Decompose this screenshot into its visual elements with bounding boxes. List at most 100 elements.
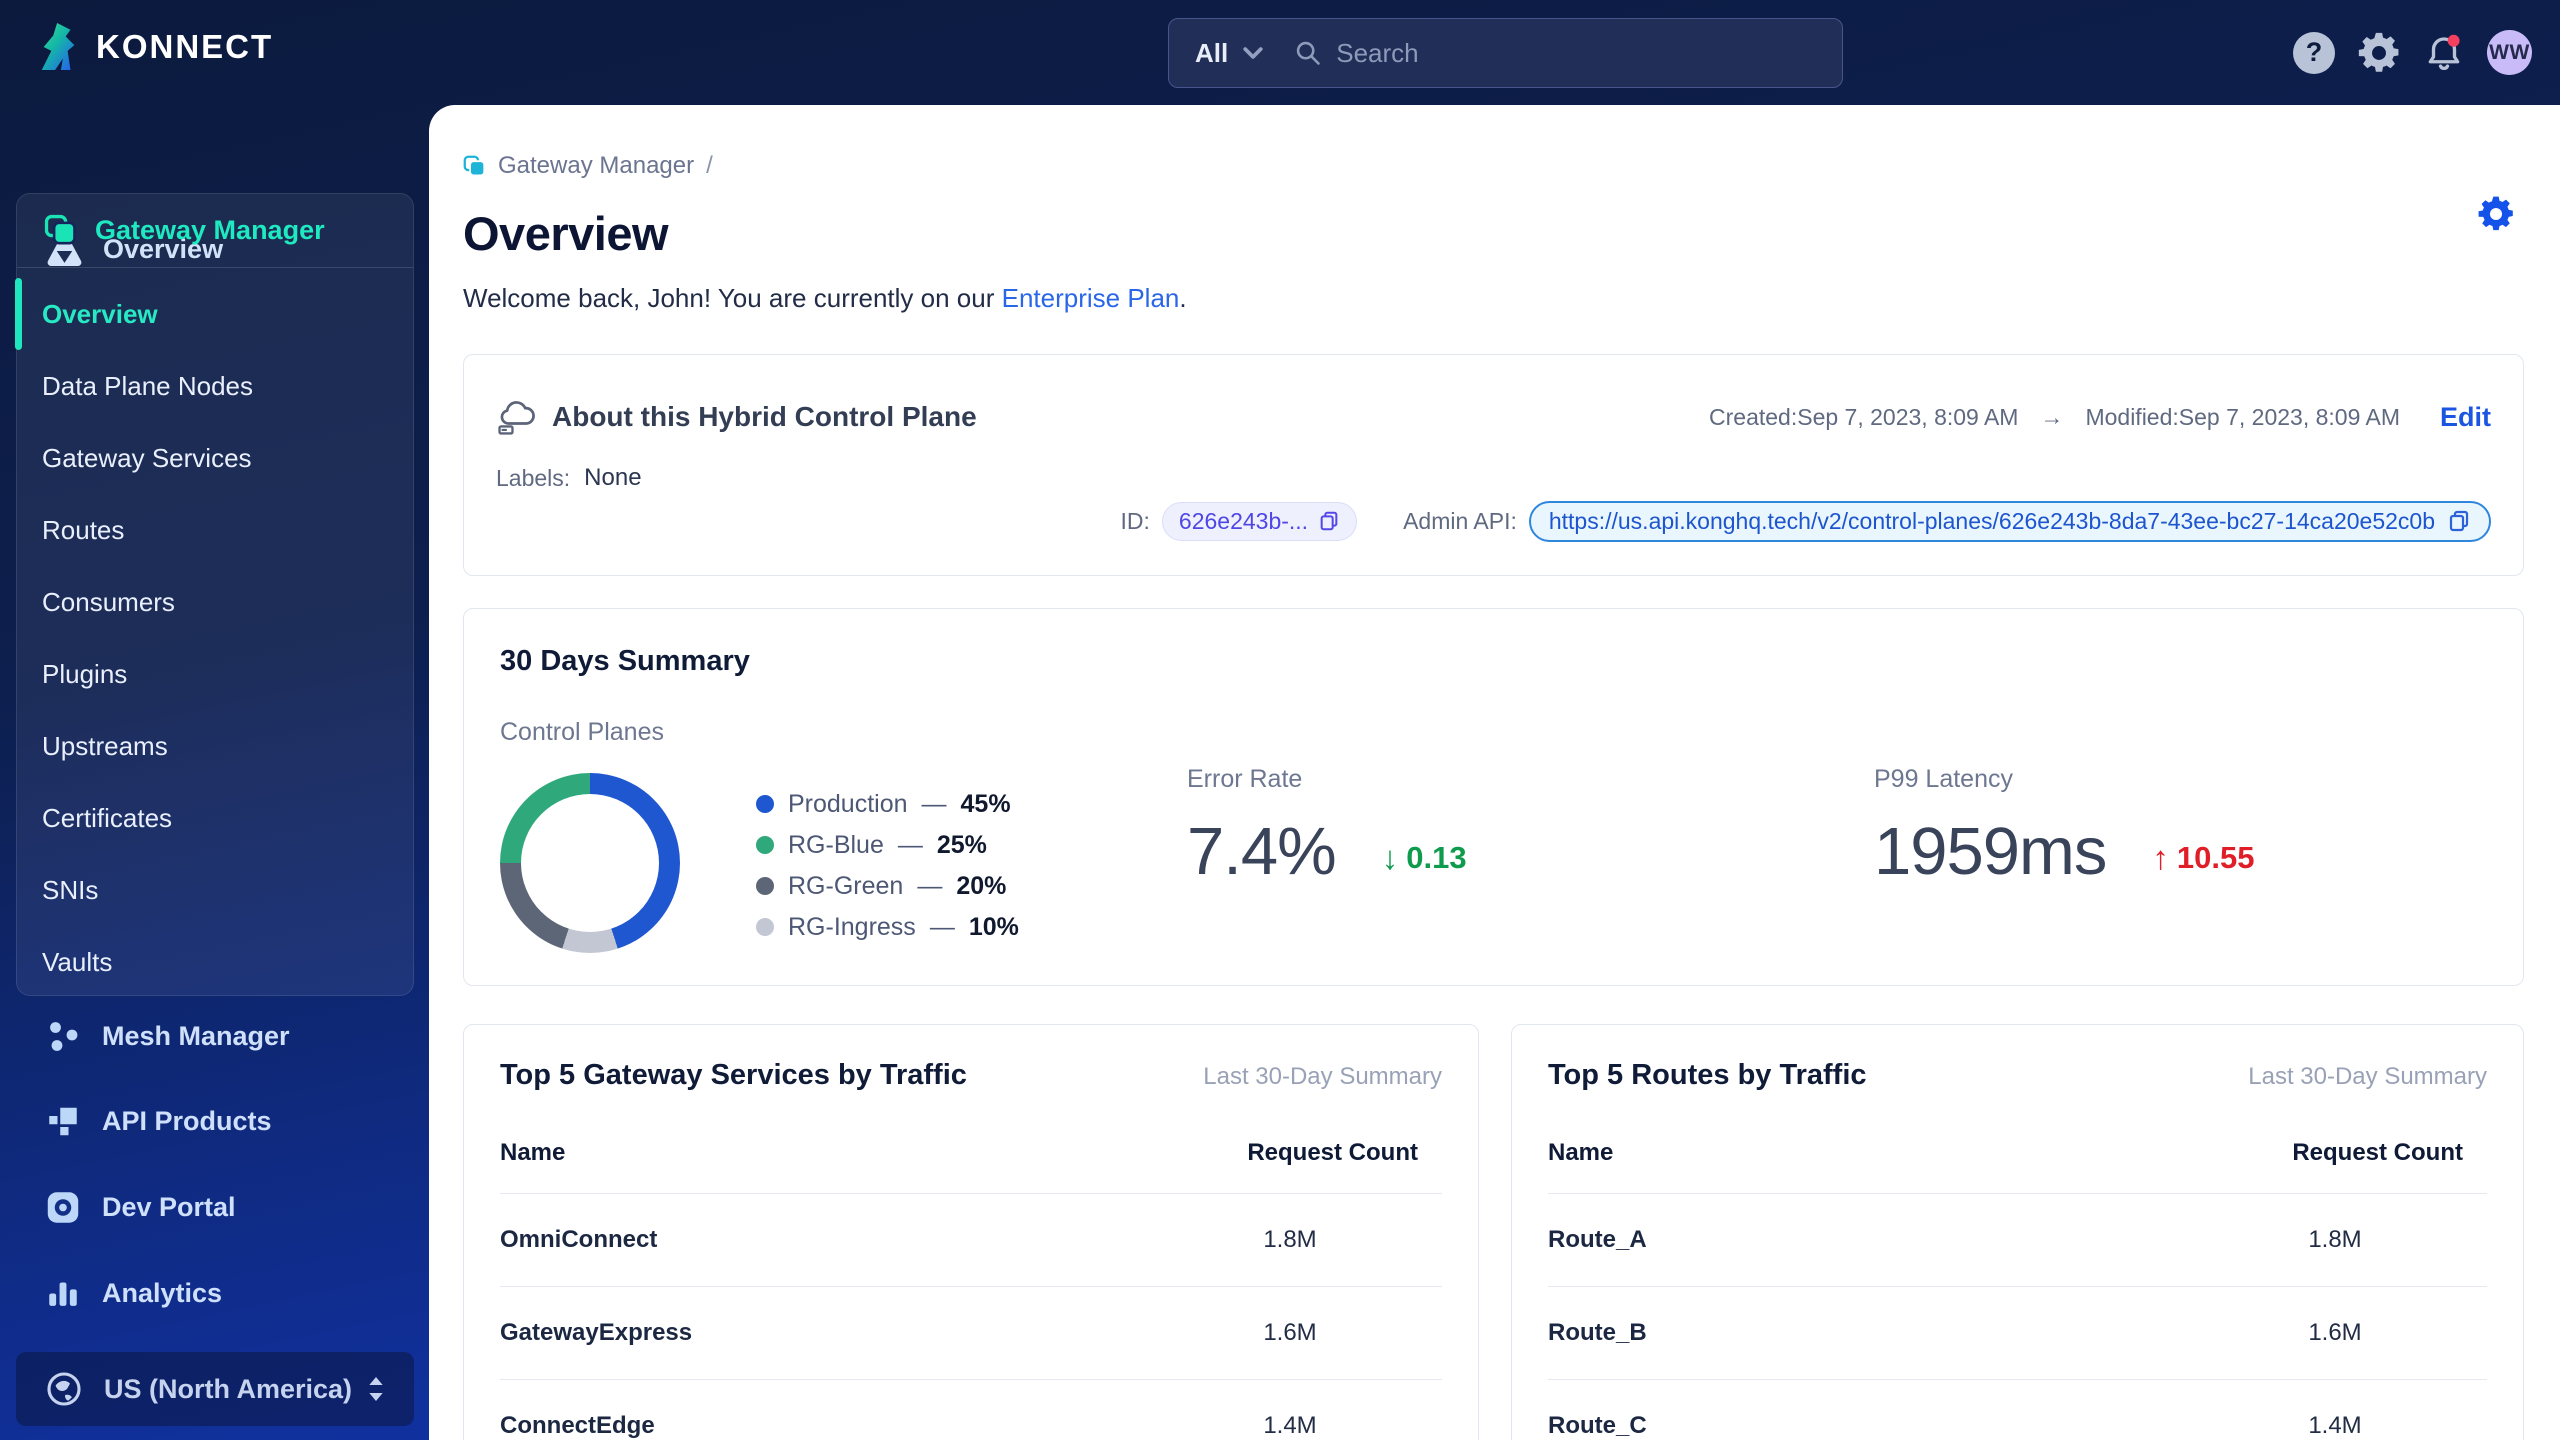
gear-icon [2357, 31, 2401, 75]
about-control-plane-card: About this Hybrid Control Plane Created:… [463, 354, 2524, 576]
control-plane-id-pill[interactable]: 626e243b-... [1161, 501, 1358, 541]
breadcrumb: Gateway Manager / [463, 152, 2524, 180]
top-gateway-services-card: Top 5 Gateway Services by Traffic Last 3… [463, 1024, 1479, 1440]
sidebar-item-dev-portal[interactable]: Dev Portal [46, 1191, 236, 1224]
table-row[interactable]: Route_B 1.6M [1548, 1287, 2487, 1380]
summary-title: 30 Days Summary [500, 645, 750, 677]
search-input[interactable]: Search [1336, 38, 1418, 69]
column-header-request-count: Request Count [2292, 1139, 2463, 1166]
labels-value: None [584, 464, 642, 491]
legend-item-rg-blue: RG-Blue — 25% [756, 831, 1019, 859]
donut-legend: Production — 45% RG-Blue — 25% RG-Green … [756, 790, 1019, 954]
table-row[interactable]: OmniConnect 1.8M [500, 1194, 1442, 1287]
table-row[interactable]: Route_A 1.8M [1548, 1194, 2487, 1287]
copy-icon[interactable] [1318, 510, 1340, 532]
chevron-down-icon[interactable] [1242, 46, 1264, 60]
arrow-up-icon: ↑ [2152, 839, 2169, 876]
modified-timestamp: Modified:Sep 7, 2023, 8:09 AM [2085, 403, 2400, 430]
legend-dot [756, 836, 774, 854]
column-header-request-count: Request Count [1247, 1139, 1418, 1166]
bell-icon [2423, 32, 2465, 74]
admin-api-label: Admin API: [1403, 507, 1517, 534]
sidebar-item-mesh-manager[interactable]: Mesh Manager [46, 1020, 290, 1053]
page-title: Overview [463, 207, 669, 260]
sidebar-subitem-certificates[interactable]: Certificates [17, 782, 413, 854]
api-products-icon [46, 1105, 80, 1138]
main-panel: Gateway Manager / Overview Welcome back,… [429, 105, 2560, 1440]
globe-icon [46, 1371, 82, 1407]
table-row[interactable]: GatewayExpress 1.6M [500, 1287, 1442, 1380]
breadcrumb-separator: / [706, 152, 713, 179]
sidebar-item-analytics[interactable]: Analytics [46, 1277, 222, 1310]
control-planes-donut [500, 773, 680, 953]
admin-api-pill[interactable]: https://us.api.konghq.tech/v2/control-pl… [1528, 500, 2491, 542]
sidebar-item-gateway-manager[interactable]: Gateway Manager [17, 194, 413, 268]
error-rate-value: 7.4% [1187, 814, 1337, 889]
sidebar-subitem-consumers[interactable]: Consumers [17, 566, 413, 638]
legend-item-rg-green: RG-Green — 20% [756, 872, 1019, 900]
hybrid-cloud-icon [496, 399, 536, 435]
p99-latency-value: 1959ms [1874, 814, 2107, 889]
table-title: Top 5 Routes by Traffic [1548, 1059, 1867, 1091]
search-icon [1294, 39, 1322, 67]
copy-icon[interactable] [2447, 509, 2471, 533]
region-selector[interactable]: US (North America) [16, 1352, 414, 1426]
enterprise-plan-link[interactable]: Enterprise Plan [1002, 283, 1180, 313]
legend-item-rg-ingress: RG-Ingress — 10% [756, 913, 1019, 941]
thirty-days-summary-card: 30 Days Summary Control Planes Productio… [463, 608, 2524, 986]
sidebar-subitem-plugins[interactable]: Plugins [17, 638, 413, 710]
sidebar-subitem-gateway-services[interactable]: Gateway Services [17, 422, 413, 494]
error-rate-delta: ↓ 0.13 [1381, 839, 1467, 876]
table-subtitle: Last 30-Day Summary [1203, 1063, 1442, 1090]
search-scope-select[interactable]: All [1195, 38, 1228, 69]
question-mark-icon: ? [2305, 37, 2323, 67]
table-row[interactable]: Route_C 1.4M [1548, 1380, 2487, 1440]
about-card-title: About this Hybrid Control Plane [552, 401, 977, 432]
legend-dot [756, 918, 774, 936]
gateway-manager-icon [44, 214, 77, 247]
user-avatar[interactable]: WW [2487, 30, 2532, 75]
table-title: Top 5 Gateway Services by Traffic [500, 1059, 967, 1091]
control-planes-chart-title: Control Planes [500, 718, 664, 746]
id-label: ID: [1120, 507, 1150, 534]
dev-portal-icon [46, 1191, 80, 1224]
sidebar-subitem-routes[interactable]: Routes [17, 494, 413, 566]
gateway-manager-breadcrumb-icon [463, 155, 486, 178]
global-search[interactable]: All Search [1168, 18, 1843, 88]
donut-hole [521, 794, 659, 932]
column-header-name: Name [500, 1139, 566, 1166]
error-rate-kpi: Error Rate 7.4% ↓ 0.13 [1187, 765, 1467, 889]
help-button[interactable]: ? [2293, 31, 2335, 74]
active-indicator [15, 278, 22, 350]
top-routes-card: Top 5 Routes by Traffic Last 30-Day Summ… [1511, 1024, 2524, 1440]
kong-gorilla-icon [36, 22, 82, 72]
breadcrumb-link[interactable]: Gateway Manager [498, 152, 694, 180]
table-subtitle: Last 30-Day Summary [2248, 1063, 2487, 1090]
created-timestamp: Created:Sep 7, 2023, 8:09 AM [1709, 403, 2019, 430]
table-row[interactable]: ConnectEdge 1.4M [500, 1380, 1442, 1440]
settings-button[interactable] [2357, 31, 2401, 75]
sidebar-subitem-data-plane-nodes[interactable]: Data Plane Nodes [17, 350, 413, 422]
legend-dot [756, 877, 774, 895]
mesh-manager-icon [46, 1020, 80, 1053]
p99-latency-delta: ↑ 10.55 [2152, 839, 2255, 876]
sidebar-item-api-products[interactable]: API Products [46, 1105, 272, 1138]
page-settings-button[interactable] [2477, 195, 2515, 233]
arrow-down-icon: ↓ [1381, 839, 1399, 876]
sidebar-subitem-snis[interactable]: SNIs [17, 854, 413, 926]
notifications-button[interactable] [2423, 32, 2465, 74]
legend-dot [756, 795, 774, 813]
p99-latency-kpi: P99 Latency 1959ms ↑ 10.55 [1874, 765, 2255, 889]
sidebar: Overview Gateway Manager Overview Data P… [0, 105, 429, 1440]
welcome-text: Welcome back, John! You are currently on… [463, 283, 1187, 313]
sidebar-subitem-upstreams[interactable]: Upstreams [17, 710, 413, 782]
brand-name: KONNECT [96, 28, 274, 65]
column-header-name: Name [1548, 1139, 1614, 1166]
edit-button[interactable]: Edit [2440, 402, 2491, 433]
labels-label: Labels: [496, 464, 571, 491]
brand-logo[interactable]: KONNECT [36, 22, 273, 72]
analytics-bars-icon [46, 1277, 80, 1310]
top-bar: KONNECT All Search ? WW [0, 0, 2560, 105]
sidebar-subitem-vaults[interactable]: Vaults [17, 926, 413, 998]
sidebar-subitem-overview[interactable]: Overview [15, 278, 413, 350]
